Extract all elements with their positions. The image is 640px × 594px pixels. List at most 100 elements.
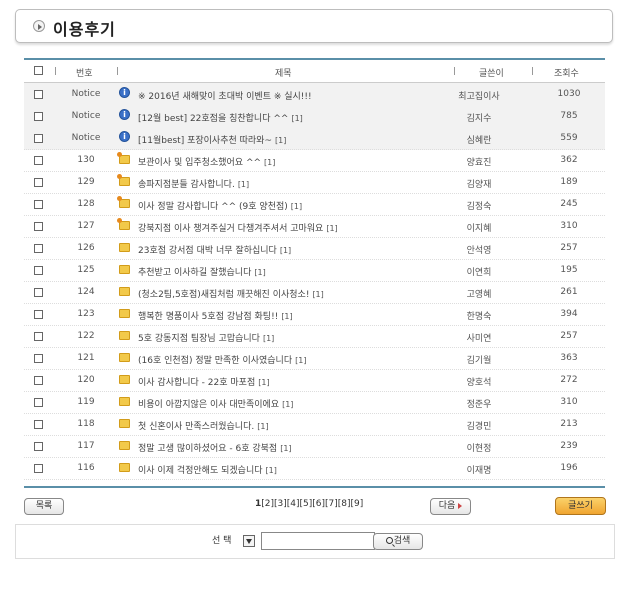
row-checkbox[interactable] [34, 464, 43, 473]
header-divider [117, 67, 118, 75]
new-folder-icon [117, 174, 130, 186]
row-checkbox[interactable] [34, 354, 43, 363]
post-writer: 정준우 [466, 400, 492, 410]
post-writer: 이지혜 [466, 224, 492, 234]
post-writer: 김지수 [466, 114, 492, 124]
search-bar: 선 택 검색 [15, 524, 615, 559]
post-subject-link[interactable]: [12월 best] 22호점을 칭찬합니다 ^^ [1] [138, 111, 303, 124]
header-divider [532, 67, 533, 75]
post-subject-link[interactable]: (16호 인천점) 정말 만족한 이사였습니다 [1] [138, 353, 306, 366]
row-checkbox[interactable] [34, 398, 43, 407]
folder-icon [119, 287, 130, 296]
next-button-label: 다음 [438, 501, 456, 511]
row-checkbox[interactable] [34, 156, 43, 165]
header-subject: 제목 [275, 69, 292, 79]
post-subject-link[interactable]: (청소2팀,5호점)새집처럼 깨끗해진 이사청소! [1] [138, 287, 324, 300]
row-checkbox[interactable] [34, 266, 43, 275]
comment-count: [1] [279, 246, 292, 255]
row-checkbox[interactable] [34, 332, 43, 341]
comment-count: [1] [281, 312, 293, 321]
page-link[interactable]: [8] [338, 499, 351, 509]
row-checkbox[interactable] [34, 178, 43, 187]
post-writer: 김양재 [466, 180, 492, 190]
row-checkbox[interactable] [34, 134, 43, 143]
post-writer: 김기월 [466, 356, 492, 366]
page-link[interactable]: [7] [325, 499, 338, 509]
row-checkbox[interactable] [34, 244, 43, 253]
post-writer: 양호석 [466, 378, 492, 388]
post-subject-link[interactable]: 행복한 명품이사 5호점 강남점 화팅!! [1] [138, 309, 293, 322]
page-link[interactable]: [9] [351, 499, 364, 509]
post-subject-link[interactable]: 5호 강동지점 팀장님 고맙습니다 [1] [138, 331, 274, 344]
search-field-select[interactable]: 선 택 [212, 533, 231, 546]
post-subject: 이사 정말 감사합니다 ^^ (9호 양천점) [138, 202, 288, 212]
info-icon: i [119, 109, 130, 120]
post-subject: 행복한 명품이사 5호점 강남점 화팅!! [138, 312, 279, 322]
post-subject-link[interactable]: 이사 이제 걱정안해도 되겠습니다 [1] [138, 463, 277, 476]
row-checkbox[interactable] [34, 288, 43, 297]
post-subject-link[interactable]: 보관이사 및 입주청소했어요 ^^ [1] [138, 155, 275, 168]
list-button[interactable]: 목록 [24, 498, 64, 515]
next-button[interactable]: 다음 [430, 498, 471, 515]
post-views: 257 [560, 243, 578, 253]
post-subject-link[interactable]: 정말 고생 많이하셨어요 - 6호 강북점 [1] [138, 441, 292, 454]
post-number: Notice [71, 111, 101, 121]
folder-icon [119, 265, 130, 274]
row-checkbox[interactable] [34, 112, 43, 121]
post-views: 272 [560, 375, 578, 385]
page-link[interactable]: [6] [312, 499, 325, 509]
new-folder-icon [117, 152, 130, 164]
post-subject-link[interactable]: 이사 정말 감사합니다 ^^ (9호 양천점) [1] [138, 199, 302, 212]
post-subject-link[interactable]: 강북지점 이사 챙겨주실거 다챙겨주셔서 고마워요 [1] [138, 221, 338, 234]
post-views: 394 [560, 309, 578, 319]
search-button-label: 검색 [393, 536, 411, 546]
chevron-down-icon[interactable] [243, 535, 255, 547]
folder-icon [119, 441, 130, 450]
post-subject-link[interactable]: 추천받고 이사하길 잘했습니다 [1] [138, 265, 266, 278]
page-link[interactable]: [4] [287, 499, 300, 509]
table-row: Notice i ※ 2016년 새해맞이 초대박 이벤트 ※ 실시!!! 최고집이사… [24, 83, 605, 106]
post-views: 213 [560, 419, 578, 429]
search-button[interactable]: 검색 [373, 533, 423, 550]
comment-count: [1] [282, 400, 294, 409]
row-checkbox[interactable] [34, 442, 43, 451]
post-number: 126 [77, 243, 95, 253]
table-row: Notice i [12월 best] 22호점을 칭찬합니다 ^^ [1] 김지수 78… [24, 105, 605, 128]
post-views: 245 [560, 199, 578, 209]
select-all-checkbox[interactable] [34, 66, 43, 75]
post-number: 121 [77, 353, 95, 363]
comment-count: [1] [312, 290, 324, 299]
post-writer: 최고집이사 [458, 92, 500, 102]
post-subject-link[interactable]: ※ 2016년 새해맞이 초대박 이벤트 ※ 실시!!! [138, 89, 315, 102]
row-checkbox[interactable] [34, 222, 43, 231]
comment-count: [1] [291, 114, 303, 123]
search-input[interactable] [261, 532, 375, 550]
post-subject-link[interactable]: 송파지점분들 감사합니다. [1] [138, 177, 249, 190]
post-number: 117 [77, 441, 95, 451]
comment-count: [1] [237, 180, 250, 189]
post-subject-link[interactable]: 이사 감사합니다 - 22호 마포점 [1] [138, 375, 270, 388]
row-checkbox[interactable] [34, 310, 43, 319]
post-number: Notice [71, 133, 101, 143]
post-views: 362 [560, 155, 578, 165]
page-link[interactable]: [5] [300, 499, 313, 509]
row-checkbox[interactable] [34, 420, 43, 429]
post-subject: 첫 신혼이사 만족스러웠습니다. [138, 422, 255, 432]
comment-count: [1] [254, 268, 266, 277]
post-subject-link[interactable]: 23호점 강서점 대박 너무 잘하십니다 [1] [138, 243, 291, 256]
table-row: 128 이사 정말 감사합니다 ^^ (9호 양천점) [1] 김정숙 245 [24, 193, 605, 216]
table-row: 123 행복한 명품이사 5호점 강남점 화팅!! [1] 한명숙 394 [24, 303, 605, 326]
row-checkbox[interactable] [34, 90, 43, 99]
post-subject-link[interactable]: 첫 신혼이사 만족스러웠습니다. [1] [138, 419, 269, 432]
post-views: 261 [560, 287, 578, 297]
new-folder-icon [117, 196, 130, 208]
post-subject-link[interactable]: [11월best] 포장이사추천 따라와~ [1] [138, 133, 286, 146]
row-checkbox[interactable] [34, 200, 43, 209]
write-button[interactable]: 글쓰기 [555, 497, 606, 515]
post-number: 124 [77, 287, 95, 297]
post-subject-link[interactable]: 비용이 아깝지않은 이사 대만족이에요 [1] [138, 397, 293, 410]
page-title: 이용후기 [53, 20, 116, 39]
row-checkbox[interactable] [34, 376, 43, 385]
page-link[interactable]: [3] [274, 499, 287, 509]
page-link[interactable]: [2] [261, 499, 274, 509]
